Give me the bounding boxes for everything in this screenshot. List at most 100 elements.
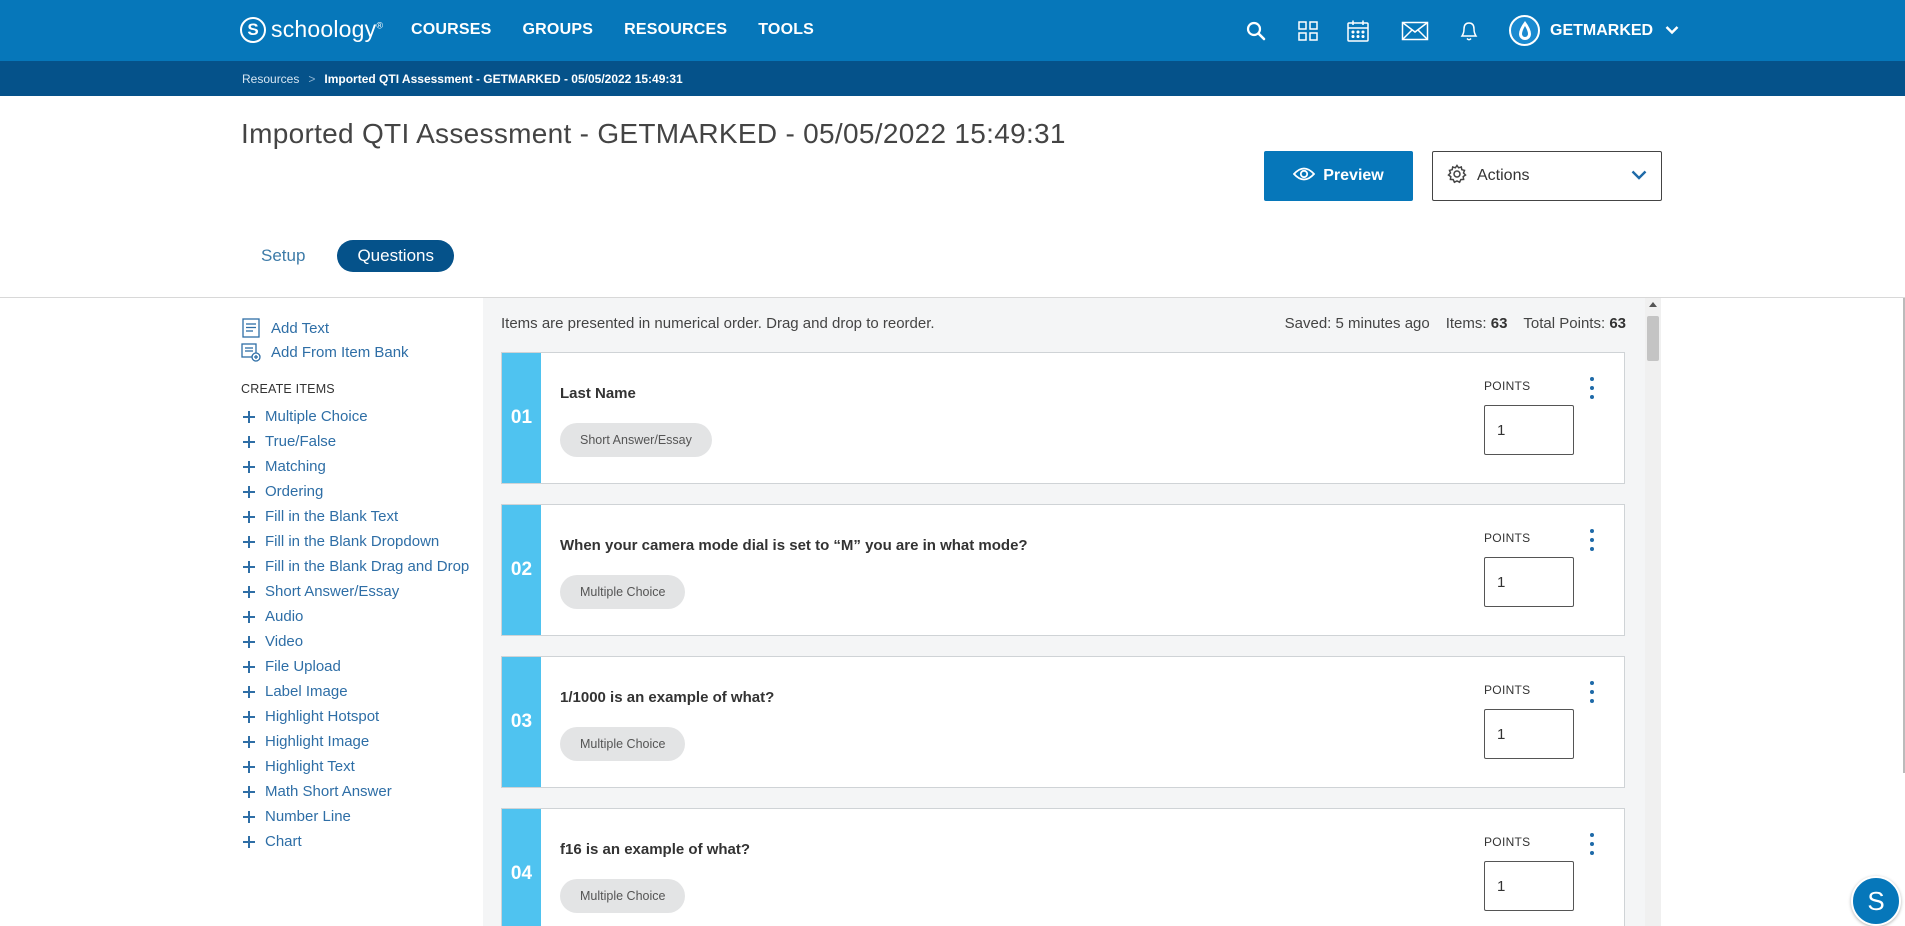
apps-grid-icon[interactable] [1295,18,1321,44]
gear-icon [1447,163,1467,189]
tab-setup[interactable]: Setup [241,240,325,272]
plus-icon [243,435,255,448]
plus-icon [243,535,255,548]
create-item-file-upload[interactable]: File Upload [241,654,481,679]
create-item-label: Label Image [265,683,348,700]
create-item-label: Audio [265,608,304,625]
plus-icon [243,585,255,598]
plus-icon [243,635,255,648]
question-card[interactable]: 04 f16 is an example of what? Multiple C… [501,808,1625,926]
reorder-instructions: Items are presented in numerical order. … [501,315,935,332]
create-item-ordering[interactable]: Ordering [241,479,481,504]
create-item-fill-blank-drag-drop[interactable]: Fill in the Blank Drag and Drop [241,554,481,579]
create-item-fill-blank-dropdown[interactable]: Fill in the Blank Dropdown [241,529,481,554]
preview-button[interactable]: Preview [1264,151,1413,201]
question-card[interactable]: 03 1/1000 is an example of what? Multipl… [501,656,1625,788]
questions-panel: Items are presented in numerical order. … [483,298,1645,926]
question-type-badge: Multiple Choice [560,575,686,609]
create-item-label: Math Short Answer [265,783,392,800]
plus-icon [243,610,255,623]
more-options-icon[interactable] [1584,831,1600,857]
help-assistant-button[interactable]: S [1851,876,1901,926]
question-text: f16 is an example of what? [560,841,751,858]
create-item-label: Matching [265,458,326,475]
points-input[interactable] [1484,557,1574,607]
create-item-matching[interactable]: Matching [241,454,481,479]
tab-questions[interactable]: Questions [337,240,454,272]
create-items-sidebar: Add Text Add From Item Bank CREATE ITEMS… [241,316,481,854]
create-item-label: Highlight Hotspot [265,708,380,725]
more-options-icon[interactable] [1584,527,1600,553]
create-item-label-image[interactable]: Label Image [241,679,481,704]
points-input[interactable] [1484,861,1574,911]
points-label: POINTS [1484,835,1531,849]
add-from-item-bank-label: Add From Item Bank [271,343,409,361]
total-points: Total Points: 63 [1523,315,1626,332]
create-item-label: Fill in the Blank Text [265,508,399,525]
create-item-label: Highlight Image [265,733,370,750]
create-item-highlight-image[interactable]: Highlight Image [241,729,481,754]
question-card[interactable]: 02 When your camera mode dial is set to … [501,504,1625,636]
question-card[interactable]: 01 Last Name Short Answer/Essay POINTS [501,352,1625,484]
question-number: 02 [502,505,541,635]
create-item-label: Number Line [265,808,351,825]
questions-info-bar: Items are presented in numerical order. … [501,315,1626,332]
create-item-multiple-choice[interactable]: Multiple Choice [241,404,481,429]
plus-icon [243,510,255,523]
create-item-fill-blank-text[interactable]: Fill in the Blank Text [241,504,481,529]
plus-icon [243,660,255,673]
points-label: POINTS [1484,531,1531,545]
question-text: Last Name [560,385,636,402]
search-icon[interactable] [1243,18,1269,44]
more-options-icon[interactable] [1584,375,1600,401]
question-number: 04 [502,809,541,926]
question-type-badge: Multiple Choice [560,879,686,913]
create-item-label: Fill in the Blank Drag and Drop [265,558,470,575]
points-input[interactable] [1484,709,1574,759]
add-text-link[interactable]: Add Text [241,316,481,340]
plus-icon [243,760,255,773]
actions-dropdown[interactable]: Actions [1432,151,1662,201]
create-item-highlight-text[interactable]: Highlight Text [241,754,481,779]
plus-icon [243,710,255,723]
scroll-up-arrow-icon[interactable] [1649,302,1657,307]
add-text-label: Add Text [271,319,330,337]
points-input[interactable] [1484,405,1574,455]
plus-icon [243,410,255,423]
create-item-highlight-hotspot[interactable]: Highlight Hotspot [241,704,481,729]
breadcrumb-bar: Resources > Imported QTI Assessment - GE… [0,61,1905,96]
eye-icon [1293,166,1316,187]
items-count: Items: 63 [1445,315,1508,332]
add-from-item-bank-link[interactable]: Add From Item Bank [241,340,481,364]
breadcrumb-link-resources[interactable]: Resources [242,72,299,86]
create-item-number-line[interactable]: Number Line [241,804,481,829]
user-menu[interactable]: GETMARKED [1509,15,1679,46]
calendar-icon[interactable] [1345,18,1371,44]
create-item-label: Highlight Text [265,758,355,775]
assessment-tabs: Setup Questions [241,240,454,272]
create-item-label: Short Answer/Essay [265,583,400,600]
plus-icon [243,685,255,698]
scrollbar-thumb[interactable] [1647,316,1659,361]
mail-icon[interactable] [1400,18,1430,44]
notifications-bell-icon[interactable] [1456,18,1482,44]
create-item-video[interactable]: Video [241,629,481,654]
item-bank-icon [241,342,261,362]
question-text: 1/1000 is an example of what? [560,689,775,706]
top-navigation-bar: S schoology® COURSES GROUPS RESOURCES TO… [0,0,1905,61]
create-item-true-false[interactable]: True/False [241,429,481,454]
create-items-heading: CREATE ITEMS [241,382,335,396]
breadcrumb-current: Imported QTI Assessment - GETMARKED - 05… [324,72,683,86]
plus-icon [243,810,255,823]
plus-icon [243,460,255,473]
breadcrumb: Resources > Imported QTI Assessment - GE… [242,72,683,86]
create-item-short-answer[interactable]: Short Answer/Essay [241,579,481,604]
create-item-audio[interactable]: Audio [241,604,481,629]
create-item-chart[interactable]: Chart [241,829,481,854]
questions-scrollbar[interactable] [1645,298,1661,926]
actions-label: Actions [1477,167,1530,184]
create-item-math-short-answer[interactable]: Math Short Answer [241,779,481,804]
plus-icon [243,735,255,748]
question-number: 03 [502,657,541,787]
more-options-icon[interactable] [1584,679,1600,705]
